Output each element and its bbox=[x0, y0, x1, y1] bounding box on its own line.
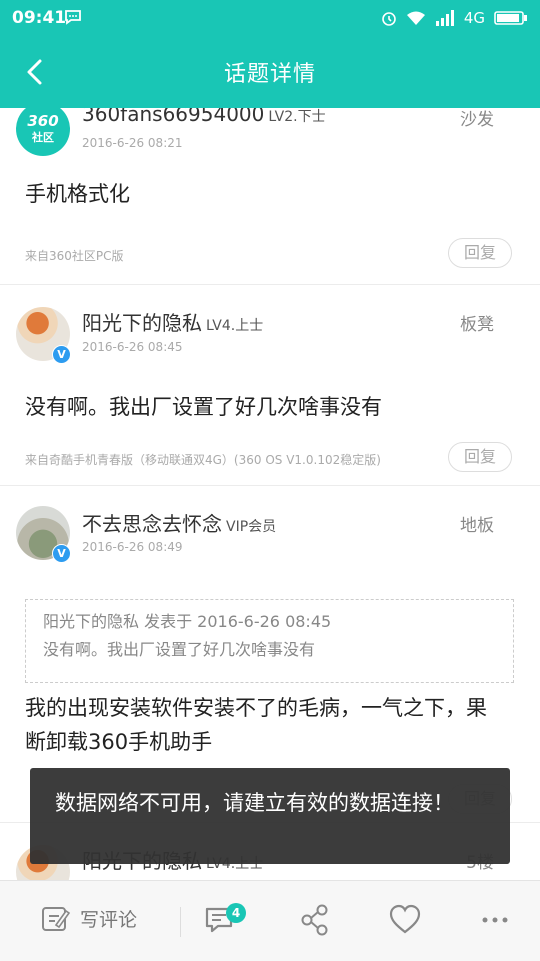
write-comment-label: 写评论 bbox=[80, 908, 138, 931]
username-text: 360fans66954000 bbox=[82, 108, 265, 126]
more-icon[interactable] bbox=[478, 903, 512, 937]
floor-label: 地板 bbox=[460, 516, 494, 536]
username[interactable]: 阳光下的隐私LV4.上士 bbox=[82, 307, 263, 336]
share-icon[interactable] bbox=[298, 903, 332, 937]
floor-label: 板凳 bbox=[460, 315, 494, 335]
quote-block: 阳光下的隐私 发表于 2016-6-26 08:45 没有啊。我出厂设置了好几次… bbox=[25, 599, 514, 683]
reply-button[interactable]: 回复 bbox=[448, 238, 512, 268]
post-item: 360 社区 360fans66954000 LV2.下士 2016-6-26 0… bbox=[0, 108, 540, 285]
post-time: 2016-6-26 08:45 bbox=[82, 340, 183, 354]
verified-icon: V bbox=[52, 544, 71, 563]
bottom-action-bar: 写评论 4 bbox=[0, 880, 540, 961]
app-bar: 话题详情 bbox=[0, 36, 540, 108]
post-item: V 阳光下的隐私 LV4.上士 2016-6-26 08:45 板凳 没有啊。我出… bbox=[0, 285, 540, 486]
message-icon bbox=[65, 10, 81, 25]
post-content: 我的出现安装软件安装不了的毛病，一气之下，果断卸载360手机助手 bbox=[25, 696, 487, 754]
avatar-logo-text: 360 bbox=[27, 112, 59, 130]
user-level: LV4.上士 bbox=[206, 318, 264, 334]
page-title: 话题详情 bbox=[223, 62, 316, 87]
username[interactable]: 360fans66954000 LV2.下士 bbox=[82, 108, 326, 126]
post-time: 2016-6-26 08:49 bbox=[82, 540, 183, 554]
avatar[interactable]: 360 社区 bbox=[16, 108, 70, 156]
user-level: LV2.下士 bbox=[268, 109, 326, 125]
network-type: 4G bbox=[463, 9, 485, 27]
reply-button[interactable]: 回复 bbox=[448, 442, 512, 472]
post-content: 没有啊。我出厂设置了好几次啥事没有 bbox=[25, 395, 382, 419]
divider bbox=[180, 907, 181, 937]
battery-icon bbox=[494, 11, 527, 25]
username[interactable]: 不去思念去怀念 VIP会员 bbox=[82, 508, 276, 537]
status-bar: 09:41 4G bbox=[0, 0, 540, 36]
network-error-toast: 数据网络不可用，请建立有效的数据连接！ bbox=[30, 768, 510, 864]
heart-icon[interactable] bbox=[388, 903, 422, 937]
status-icons: 4G bbox=[381, 8, 528, 28]
quote-text: 没有啊。我出厂设置了好几次啥事没有 bbox=[43, 640, 316, 659]
floor-label: 沙发 bbox=[460, 110, 494, 130]
post-content: 手机格式化 bbox=[25, 182, 130, 206]
post-list[interactable]: 360 社区 360fans66954000 LV2.下士 2016-6-26 0… bbox=[0, 108, 540, 880]
comment-count-badge: 4 bbox=[226, 903, 246, 923]
write-comment-button[interactable]: 写评论 bbox=[40, 903, 137, 933]
verified-icon: V bbox=[52, 345, 71, 364]
post-source: 来自奇酷手机青春版（移动联通双4G）(360 OS V1.0.102稳定版) bbox=[25, 453, 381, 467]
edit-icon bbox=[42, 907, 70, 931]
username-text: 阳光下的隐私 bbox=[82, 311, 202, 335]
status-time: 09:41 bbox=[12, 8, 67, 28]
post-source: 来自360社区PC版 bbox=[25, 249, 124, 263]
wifi-icon bbox=[406, 11, 425, 25]
alarm-icon bbox=[382, 12, 396, 26]
avatar-logo-subtext: 社区 bbox=[32, 131, 54, 144]
quote-header: 阳光下的隐私 发表于 2016-6-26 08:45 bbox=[43, 612, 332, 631]
username-text: 不去思念去怀念 bbox=[82, 512, 222, 536]
post-time: 2016-6-26 08:21 bbox=[82, 136, 183, 150]
signal-icon bbox=[435, 10, 454, 26]
user-level: VIP会员 bbox=[226, 519, 277, 535]
